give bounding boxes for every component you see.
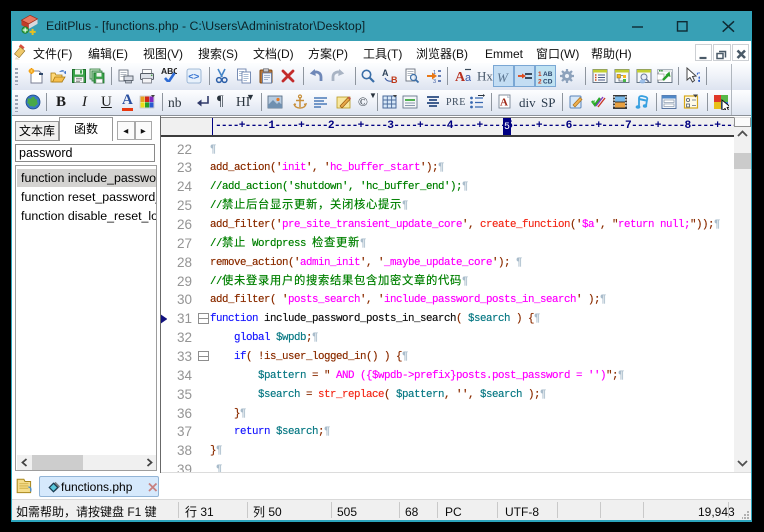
svg-text:AB: AB [543, 71, 553, 78]
svg-text:?: ? [696, 70, 700, 83]
svg-text:1: 1 [433, 70, 436, 76]
svg-text:W: W [497, 70, 509, 85]
svg-text:1: 1 [538, 71, 542, 78]
svg-text:A: A [382, 68, 389, 78]
svg-text:Hx: Hx [477, 69, 493, 84]
svg-text:<>: <> [188, 72, 200, 83]
svg-text:a: a [465, 72, 471, 83]
svg-text:2: 2 [538, 79, 542, 86]
svg-text:3: 3 [433, 79, 436, 84]
svg-text:A: A [500, 97, 508, 109]
svg-text:CD: CD [543, 79, 553, 86]
svg-text:B: B [391, 75, 398, 83]
